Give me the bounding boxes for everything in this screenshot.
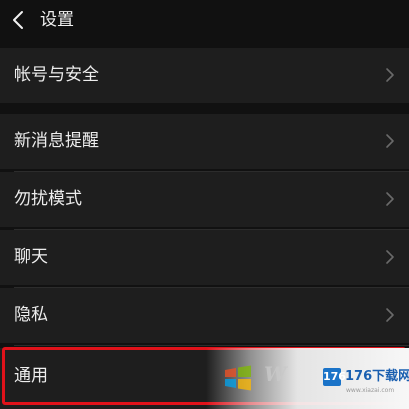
menu-item-label: 勿扰模式 — [14, 189, 82, 209]
row-divider — [14, 345, 409, 346]
chevron-right-icon — [386, 134, 394, 148]
menu-item-do-not-disturb[interactable]: 勿扰模式 — [0, 172, 409, 227]
menu-item-label: 帐号与安全 — [14, 65, 99, 85]
menu-item-chat[interactable]: 聊天 — [0, 230, 409, 285]
watermark-site-url: www.xiazai.com — [346, 387, 395, 394]
watermark-site-name: 176下载网 — [345, 369, 409, 384]
watermark-badge: 176 — [323, 368, 346, 386]
page-title: 设置 — [40, 10, 74, 30]
menu-item-label: 隐私 — [14, 305, 48, 325]
chevron-right-icon — [386, 192, 394, 206]
menu-item-privacy[interactable]: 隐私 — [0, 288, 409, 343]
watermark-text: W — [264, 362, 287, 386]
chevron-right-icon — [386, 308, 394, 322]
menu-item-account-security[interactable]: 帐号与安全 — [0, 48, 409, 103]
section-gap — [0, 103, 409, 114]
windows-logo-icon — [225, 365, 251, 391]
menu-item-label: 新消息提醒 — [14, 131, 99, 151]
menu-item-label: 聊天 — [14, 247, 48, 267]
menu-item-label: 通用 — [14, 366, 48, 386]
watermark: W 176 176下载网 www.xiazai.com — [206, 348, 409, 409]
chevron-right-icon — [386, 68, 394, 82]
menu-item-new-message-alerts[interactable]: 新消息提醒 — [0, 114, 409, 169]
chevron-right-icon — [386, 250, 394, 264]
chevron-left-icon — [13, 11, 23, 29]
back-button[interactable] — [4, 4, 32, 36]
header-bar: 设置 — [0, 0, 409, 42]
